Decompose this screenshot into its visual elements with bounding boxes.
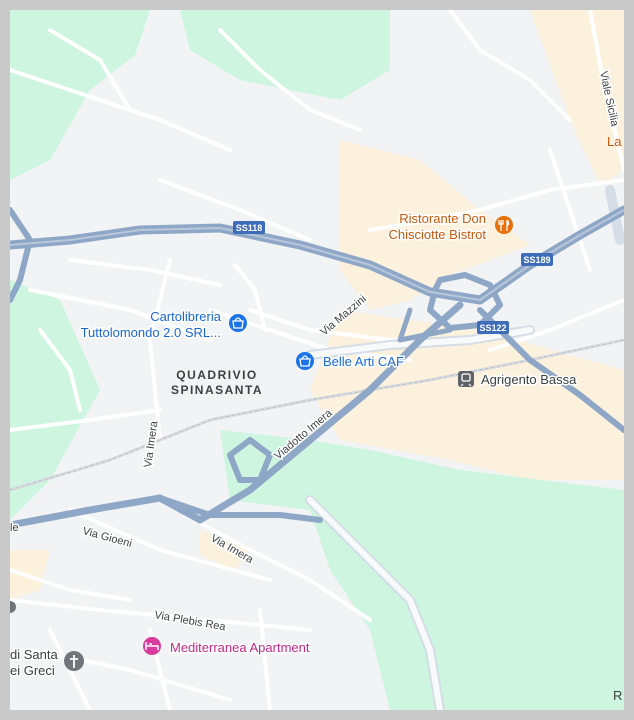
shopping-bag-icon: [296, 352, 314, 370]
poi-church-label-line1: di Santa: [10, 647, 58, 662]
shield-ss118-label: SS118: [236, 223, 263, 233]
area-label-line2: SPINASANTA: [171, 383, 263, 397]
map-canvas[interactable]: SS118 SS189 SS122 Viale Sicilia Via Mazz…: [10, 10, 624, 710]
shield-ss118: SS118: [233, 221, 265, 234]
poi-bottom-right-fragment: R: [613, 688, 622, 703]
area-label-quadrivio-spinasanta: QUADRIVIO SPINASANTA: [171, 368, 263, 397]
map-viewport[interactable]: SS118 SS189 SS122 Viale Sicilia Via Mazz…: [10, 10, 624, 710]
shield-ss122: SS122: [477, 321, 509, 334]
road-label-left-fragment: le: [10, 522, 19, 534]
poi-ristorante-label-line2: Chisciotte Bistrot: [388, 227, 486, 242]
poi-top-right-fragment: La: [607, 134, 622, 149]
poi-church-label-line2: ei Greci: [10, 663, 55, 678]
shopping-bag-icon: [229, 314, 247, 332]
shield-ss122-label: SS122: [479, 323, 506, 333]
shield-ss189: SS189: [521, 253, 553, 266]
poi-cartolibreria-label-line1: Cartolibreria: [150, 309, 222, 324]
poi-belle-arti-label: Belle Arti CAF: [323, 354, 404, 369]
fork-knife-icon: [495, 216, 513, 234]
shield-ss189-label: SS189: [523, 255, 550, 265]
area-label-line1: QUADRIVIO: [176, 368, 258, 382]
poi-mediterranea-label: Mediterranea Apartment: [170, 640, 310, 655]
poi-agrigento-bassa-label: Agrigento Bassa: [481, 372, 577, 387]
poi-ristorante-label-line1: Ristorante Don: [399, 211, 486, 226]
poi-cartolibreria-label-line2: Tuttolomondo 2.0 SRL...: [81, 325, 221, 340]
